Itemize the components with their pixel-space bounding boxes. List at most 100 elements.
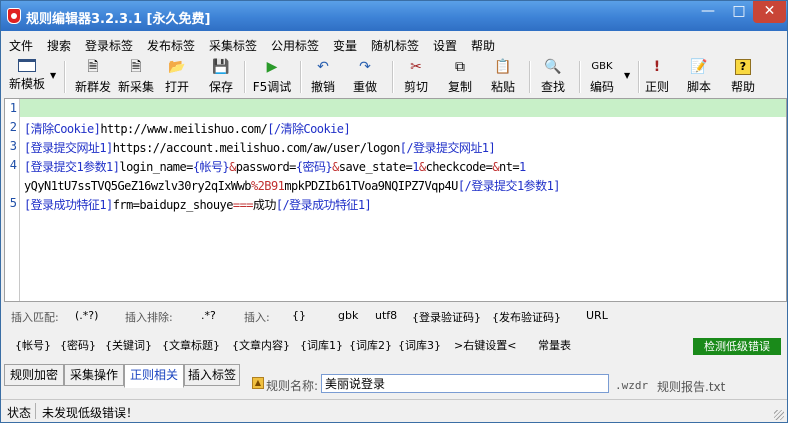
cut-button[interactable]: ✂ 剪切: [400, 57, 432, 97]
document-icon: 🗎: [130, 59, 142, 75]
code-token-text: checkcode=: [425, 160, 493, 174]
line-number-gutter: 1 2 3 4 5: [5, 99, 20, 301]
rule-name-input[interactable]: [321, 374, 609, 393]
tab-rule-encrypt[interactable]: 规则加密: [4, 364, 64, 386]
chevron-down-icon[interactable]: ▼: [624, 71, 630, 80]
paste-label: 粘贴: [490, 80, 515, 94]
tag-account[interactable]: {帐号}: [15, 337, 51, 353]
new-collect-button[interactable]: 🗎 新采集: [116, 57, 156, 97]
insert-match-label: 插入匹配:: [11, 311, 59, 324]
toolbar: 新模板 ▼ 🗎 新群发 🗎 新采集 📂 打开 💾 保存 ▶ F5调试 ↶ 撤销: [1, 57, 787, 97]
code-token-text: mpkPDZIb61TVoa9NQIPZ7Vqp4U: [284, 179, 458, 193]
open-button[interactable]: 📂 打开: [161, 57, 193, 97]
new-publish-button[interactable]: 🗎 新群发: [73, 57, 113, 97]
debug-label: F5调试: [252, 80, 292, 94]
main-window: 规则编辑器3.2.3.1 [永久免费] — □ ✕ 文件 搜索 登录标签 发布标…: [0, 0, 788, 423]
open-label: 打开: [164, 80, 189, 94]
code-token-op: &: [332, 160, 339, 174]
cut-label: 剪切: [403, 80, 428, 94]
code-token-tag: 1: [412, 160, 419, 174]
toolbar-divider: [579, 61, 581, 93]
line-number: 3: [9, 139, 17, 153]
insert-braces[interactable]: {}: [292, 309, 306, 322]
new-template-button[interactable]: 新模板: [7, 57, 47, 97]
code-token-op: &: [229, 160, 236, 174]
code-token-tag: [/登录成功特征1]: [275, 198, 372, 212]
insert-exclude-value[interactable]: .*?: [201, 309, 216, 322]
scissors-icon: ✂: [410, 59, 422, 75]
resize-grip[interactable]: [774, 410, 784, 420]
floppy-disk-icon: 💾: [212, 59, 230, 75]
rule-editor[interactable]: 1 2 3 4 5 [清除Cookie]http://www.meilishuo…: [4, 98, 787, 302]
code-line[interactable]: yQyN1tU7ssTVQ5GeZ16wzlv30ry2qIxWwb%2B91m…: [24, 177, 560, 194]
code-line[interactable]: [登录提交网址1]https://account.meilishuo.com/a…: [24, 139, 496, 156]
regex-button[interactable]: ! 正则: [642, 57, 672, 97]
close-button[interactable]: ✕: [753, 1, 786, 23]
menu-random-tags[interactable]: 随机标签: [371, 37, 419, 54]
insert-match-value[interactable]: (.*?): [75, 309, 98, 322]
redo-label: 重做: [352, 80, 377, 94]
menu-settings[interactable]: 设置: [433, 37, 457, 54]
rule-report-link[interactable]: 规则报告.txt: [657, 378, 725, 395]
insert-utf8[interactable]: utf8: [375, 309, 397, 322]
tag-wordlib-1[interactable]: {词库1}: [300, 337, 343, 353]
minimize-button[interactable]: —: [693, 1, 723, 23]
menu-search[interactable]: 搜索: [47, 37, 71, 54]
tag-wordlib-3[interactable]: {词库3}: [398, 337, 441, 353]
code-token-text: http://www.meilishuo.com/: [100, 122, 268, 136]
copy-button[interactable]: ⧉ 复制: [444, 57, 476, 97]
line-number: 2: [9, 120, 17, 134]
code-token-tag: [清除Cookie]: [24, 122, 101, 136]
tag-keyword[interactable]: {关键词}: [105, 337, 152, 353]
insert-gbk[interactable]: gbk: [338, 309, 358, 322]
status-message: 未发现低级错误！: [42, 406, 139, 420]
menu-file[interactable]: 文件: [9, 37, 33, 54]
debug-button[interactable]: ▶ F5调试: [251, 57, 293, 97]
menu-common-tags[interactable]: 公用标签: [271, 37, 319, 54]
undo-label: 撤销: [310, 80, 335, 94]
menu-help[interactable]: 帮助: [471, 37, 495, 54]
help-label: 帮助: [730, 80, 755, 94]
status-bar: 状态 未发现低级错误！: [1, 399, 787, 422]
code-line[interactable]: [清除Cookie]http://www.meilishuo.com/[/清除C…: [24, 120, 351, 137]
check-errors-button[interactable]: 检测低级错误: [693, 338, 781, 355]
insert-publish-captcha[interactable]: {发布验证码}: [492, 309, 561, 325]
tab-regex[interactable]: 正则相关: [124, 364, 184, 388]
find-button[interactable]: 🔍 查找: [537, 57, 569, 97]
tag-wordlib-2[interactable]: {词库2}: [349, 337, 392, 353]
insert-url[interactable]: URL: [586, 309, 608, 322]
code-line[interactable]: [登录成功特征1]frm=baidupz_shouye===成功[/登录成功特征…: [24, 196, 372, 213]
constants-table[interactable]: 常量表: [538, 337, 571, 353]
code-token-tag: [登录提交1参数1]: [24, 160, 120, 174]
menu-publish-tags[interactable]: 发布标签: [147, 37, 195, 54]
rule-icon: ▲: [252, 377, 264, 389]
script-button[interactable]: 📝 脚本: [683, 57, 715, 97]
save-button[interactable]: 💾 保存: [205, 57, 237, 97]
menu-login-tags[interactable]: 登录标签: [85, 37, 133, 54]
undo-button[interactable]: ↶ 撤销: [307, 57, 339, 97]
folder-icon: 📂: [168, 59, 186, 75]
code-line[interactable]: [登录提交1参数1]login_name={帐号}&password={密码}&…: [24, 158, 526, 175]
encoding-button[interactable]: GBK 编码: [585, 57, 619, 97]
insert-exclude-label: 插入排除:: [125, 311, 173, 324]
new-publish-label: 新群发: [74, 80, 111, 94]
tab-collect-ops[interactable]: 采集操作: [64, 364, 124, 386]
insert-login-captcha[interactable]: {登录验证码}: [412, 309, 481, 325]
menu-variables[interactable]: 变量: [333, 37, 357, 54]
tag-article-title[interactable]: {文章标题}: [162, 337, 220, 353]
paste-button[interactable]: 📋 粘贴: [487, 57, 519, 97]
binoculars-icon: 🔍: [544, 59, 562, 75]
menu-collect-tags[interactable]: 采集标签: [209, 37, 257, 54]
encoding-label: 编码: [589, 80, 614, 94]
toolbar-divider: [64, 61, 66, 93]
tab-insert-tags[interactable]: 插入标签: [184, 364, 240, 386]
tag-article-content[interactable]: {文章内容}: [232, 337, 290, 353]
window-icon: [18, 59, 36, 72]
right-click-settings[interactable]: >右键设置<: [454, 337, 516, 353]
help-button[interactable]: ? 帮助: [727, 57, 759, 97]
copy-label: 复制: [447, 80, 472, 94]
chevron-down-icon[interactable]: ▼: [50, 71, 56, 80]
redo-button[interactable]: ↷ 重做: [349, 57, 381, 97]
tag-password[interactable]: {密码}: [60, 337, 96, 353]
maximize-button[interactable]: □: [724, 1, 754, 23]
